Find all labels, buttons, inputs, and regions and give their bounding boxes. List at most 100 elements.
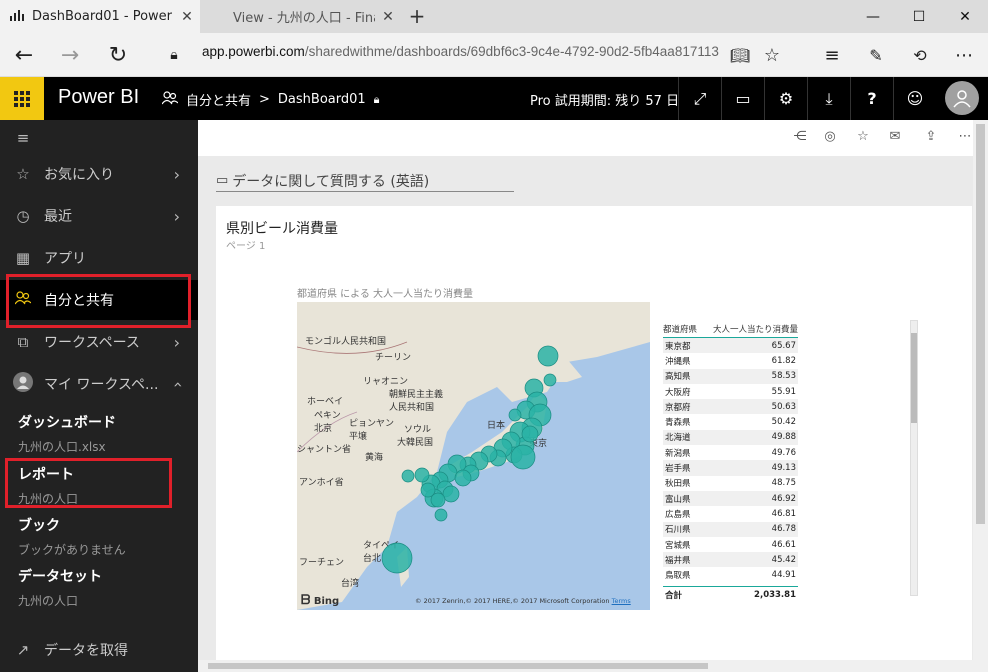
- more-icon[interactable]: ⋯: [955, 129, 975, 144]
- browser-tab-bar: DashBoard01 - Power B ✕ View - 九州の人口 - F…: [0, 0, 988, 33]
- breadcrumb-shared[interactable]: 自分と共有: [186, 90, 251, 109]
- books-sub: ブックがありません: [18, 543, 126, 557]
- hub-icon[interactable]: ≡: [814, 38, 850, 72]
- favorite-star-icon[interactable]: ☆: [754, 38, 790, 72]
- map-bubble[interactable]: [510, 444, 536, 470]
- datasets-sub[interactable]: 九州の人口: [18, 592, 102, 609]
- table-row: 宮城県 46.61: [663, 537, 798, 552]
- people-icon: [161, 90, 179, 109]
- comment-icon[interactable]: ▭: [721, 77, 764, 120]
- table-header-prefecture[interactable]: 都道府県: [663, 323, 703, 335]
- map-bubble[interactable]: [454, 469, 472, 487]
- reading-view-icon[interactable]: 📖︎: [722, 38, 758, 72]
- cell-consumption: 58.53: [771, 371, 796, 382]
- dashboards-sub[interactable]: 九州の人口.xlsx: [18, 438, 116, 455]
- app-launcher-icon[interactable]: [0, 77, 44, 120]
- nav-item-favorites[interactable]: ☆ お気に入り ›: [0, 154, 198, 194]
- breadcrumb-dashboard: DashBoard01: [277, 92, 366, 107]
- scroll-thumb[interactable]: [208, 663, 708, 669]
- tab-dashboard[interactable]: DashBoard01 - Power B ✕: [0, 0, 200, 33]
- smiley-icon[interactable]: ☺: [893, 77, 936, 120]
- table-row: 岩手県 49.13: [663, 460, 798, 476]
- report-tile[interactable]: 県別ビール消費量 ページ 1 都道府県 による 大人一人当たり消費量 モンゴル人…: [216, 206, 972, 662]
- web-note-icon[interactable]: ✎: [858, 38, 894, 72]
- map-bubble[interactable]: [401, 469, 415, 483]
- map-bubble[interactable]: [543, 373, 557, 387]
- close-icon[interactable]: ✕: [375, 9, 401, 25]
- back-arrow-icon[interactable]: ←: [6, 38, 42, 72]
- table-row: 石川県 46.78: [663, 521, 798, 537]
- tile-subtitle: ページ 1: [226, 241, 266, 252]
- highlight-box: [6, 274, 191, 328]
- map-bubble[interactable]: [381, 542, 413, 574]
- fullscreen-icon[interactable]: ⤢: [678, 77, 721, 120]
- map-bubble[interactable]: [521, 425, 539, 443]
- map-bubble[interactable]: [537, 345, 559, 367]
- workspace-dashboards[interactable]: ダッシュボード 九州の人口.xlsx: [18, 412, 116, 455]
- arrow-diagonal-icon: ↗: [16, 641, 30, 659]
- canvas-horizontal-scrollbar[interactable]: [198, 660, 973, 672]
- window-close-button[interactable]: ✕: [942, 0, 988, 33]
- highlight-box: [5, 458, 172, 508]
- nav-item-recent[interactable]: ◷ 最近 ›: [0, 196, 198, 236]
- table-body: 東京都 65.67 沖縄県 61.82 高知県 58.53 大阪府 55.91 京都府 50.63…: [663, 338, 798, 583]
- map-bubble[interactable]: [434, 508, 448, 522]
- map-bubble[interactable]: [430, 492, 446, 508]
- map-bubbles: [381, 345, 559, 574]
- cell-consumption: 50.63: [771, 401, 796, 412]
- minimize-button[interactable]: —: [850, 0, 896, 33]
- insights-icon[interactable]: ◎: [820, 129, 840, 144]
- cell-prefecture: 新潟県: [665, 448, 691, 459]
- maximize-button[interactable]: ☐: [896, 0, 942, 33]
- new-tab-button[interactable]: +: [404, 4, 430, 30]
- powerbi-brand[interactable]: Power BI: [58, 86, 139, 109]
- table-header: 都道府県 大人一人当たり消費量: [663, 322, 798, 338]
- table-row: 京都府 50.63: [663, 399, 798, 415]
- table-row: 東京都 65.67: [663, 338, 798, 354]
- refresh-icon[interactable]: ↻: [100, 38, 136, 72]
- address-bar: ← → ↻ 🔒︎ app.powerbi.com/sharedwithme/da…: [0, 33, 988, 77]
- scroll-thumb[interactable]: [976, 124, 985, 524]
- chevron-right-icon: ›: [173, 164, 180, 184]
- nav-item-my-workspace[interactable]: マイ ワークスペ... ›: [0, 364, 198, 404]
- cell-prefecture: 石川県: [665, 525, 691, 536]
- avatar[interactable]: [945, 81, 979, 115]
- cell-consumption: 44.91: [771, 570, 796, 581]
- star-icon[interactable]: ☆: [853, 129, 873, 144]
- nav-item-get-data[interactable]: ↗ データを取得: [0, 630, 198, 670]
- more-icon[interactable]: ⋯: [946, 38, 982, 72]
- map-bubble[interactable]: [442, 485, 460, 503]
- close-icon[interactable]: ✕: [174, 9, 200, 25]
- nav-item-apps[interactable]: ▦ アプリ: [0, 238, 198, 278]
- cell-prefecture: 広島県: [665, 509, 691, 520]
- tab-finance[interactable]: View - 九州の人口 - Finance ✕: [201, 0, 401, 33]
- cell-consumption: 49.76: [771, 447, 796, 458]
- total-label: 合計: [665, 591, 683, 602]
- map-bubble[interactable]: [508, 408, 522, 422]
- table-scrollbar[interactable]: [910, 320, 918, 596]
- bubble-map[interactable]: モンゴル人民共和国 チーリン リャオニン ホーベイ 朝鮮民主主義 人民共和国 ペ…: [297, 302, 650, 610]
- map-bubble[interactable]: [414, 467, 430, 483]
- qna-box[interactable]: ▭ データに関して質問する (英語): [216, 170, 514, 192]
- cell-prefecture: 鳥取県: [665, 571, 691, 582]
- gear-icon[interactable]: ⚙: [764, 77, 807, 120]
- share-icon[interactable]: ⋲: [790, 129, 810, 144]
- star-icon: ☆: [16, 165, 30, 183]
- workspace-books[interactable]: ブック ブックがありません: [18, 515, 126, 558]
- trial-status[interactable]: Pro 試用期間: 残り 57 日: [530, 90, 679, 109]
- canvas-vertical-scrollbar[interactable]: [973, 120, 988, 672]
- mail-icon[interactable]: ✉: [885, 129, 905, 144]
- export-icon[interactable]: ⇪: [921, 129, 941, 144]
- share-icon[interactable]: ⟲: [902, 38, 938, 72]
- cell-prefecture: 福井県: [665, 555, 691, 566]
- download-icon[interactable]: ⤓: [807, 77, 850, 120]
- scroll-thumb[interactable]: [911, 333, 917, 423]
- nav-item-workspaces[interactable]: ⧉ ワークスペース ›: [0, 322, 198, 362]
- forward-arrow-icon[interactable]: →: [52, 38, 88, 72]
- help-icon[interactable]: ?: [850, 77, 893, 120]
- workspace-datasets[interactable]: データセット 九州の人口: [18, 566, 102, 609]
- table-header-consumption[interactable]: 大人一人当たり消費量: [703, 323, 798, 335]
- nav-collapse-button[interactable]: ≡: [0, 120, 198, 156]
- terms-link[interactable]: Terms: [612, 597, 631, 605]
- url-field[interactable]: app.powerbi.com/sharedwithme/dashboards/…: [202, 44, 719, 59]
